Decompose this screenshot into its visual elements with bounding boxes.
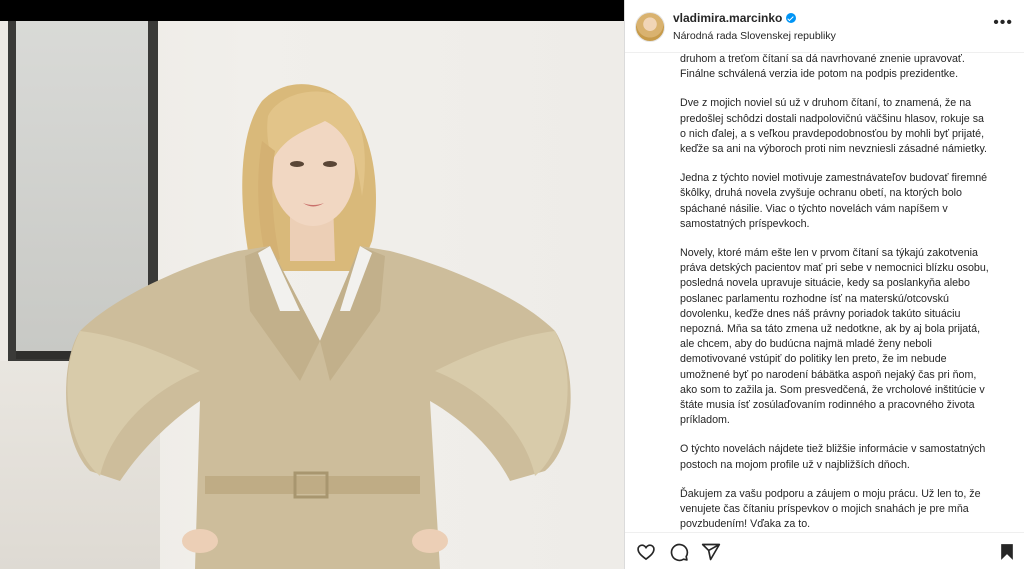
bookmark-icon[interactable]	[997, 542, 1017, 562]
caption-paragraph: druhom a treťom čítaní sa dá navrhované …	[680, 53, 965, 81]
post-header: vladimira.marcinko Národná rada Slovensk…	[625, 0, 1024, 53]
share-icon[interactable]	[701, 542, 721, 562]
post-actions-bar	[625, 532, 1024, 570]
caption-paragraph: Novely, ktoré mám ešte len v prvom čítan…	[680, 247, 989, 427]
post-sidebar: vladimira.marcinko Národná rada Slovensk…	[624, 0, 1024, 569]
caption-paragraph: O týchto novelách nájdete tiež bližšie i…	[680, 443, 986, 471]
verified-badge-icon	[786, 13, 797, 23]
more-options-icon[interactable]: •••	[993, 14, 1013, 32]
post-caption: druhom a treťom čítaní sa dá navrhované …	[680, 52, 1010, 532]
location-subtitle[interactable]: Národná rada Slovenskej republiky	[673, 30, 836, 42]
username-link[interactable]: vladimira.marcinko	[673, 11, 797, 25]
comment-icon[interactable]	[669, 542, 689, 562]
photo-top-bar	[0, 0, 624, 21]
avatar[interactable]	[635, 12, 665, 42]
heart-icon[interactable]	[636, 542, 656, 562]
caption-paragraph: Jedna z týchto noviel motivuje zamestnáv…	[680, 172, 988, 230]
caption-paragraph: Ďakujem za vašu podporu a záujem o moju …	[680, 487, 981, 531]
username[interactable]: vladimira.marcinko	[673, 11, 782, 25]
post-photo	[0, 21, 624, 569]
caption-paragraph: Dve z mojich noviel sú už v druhom čítan…	[680, 97, 987, 156]
portrait-illustration	[66, 84, 571, 569]
